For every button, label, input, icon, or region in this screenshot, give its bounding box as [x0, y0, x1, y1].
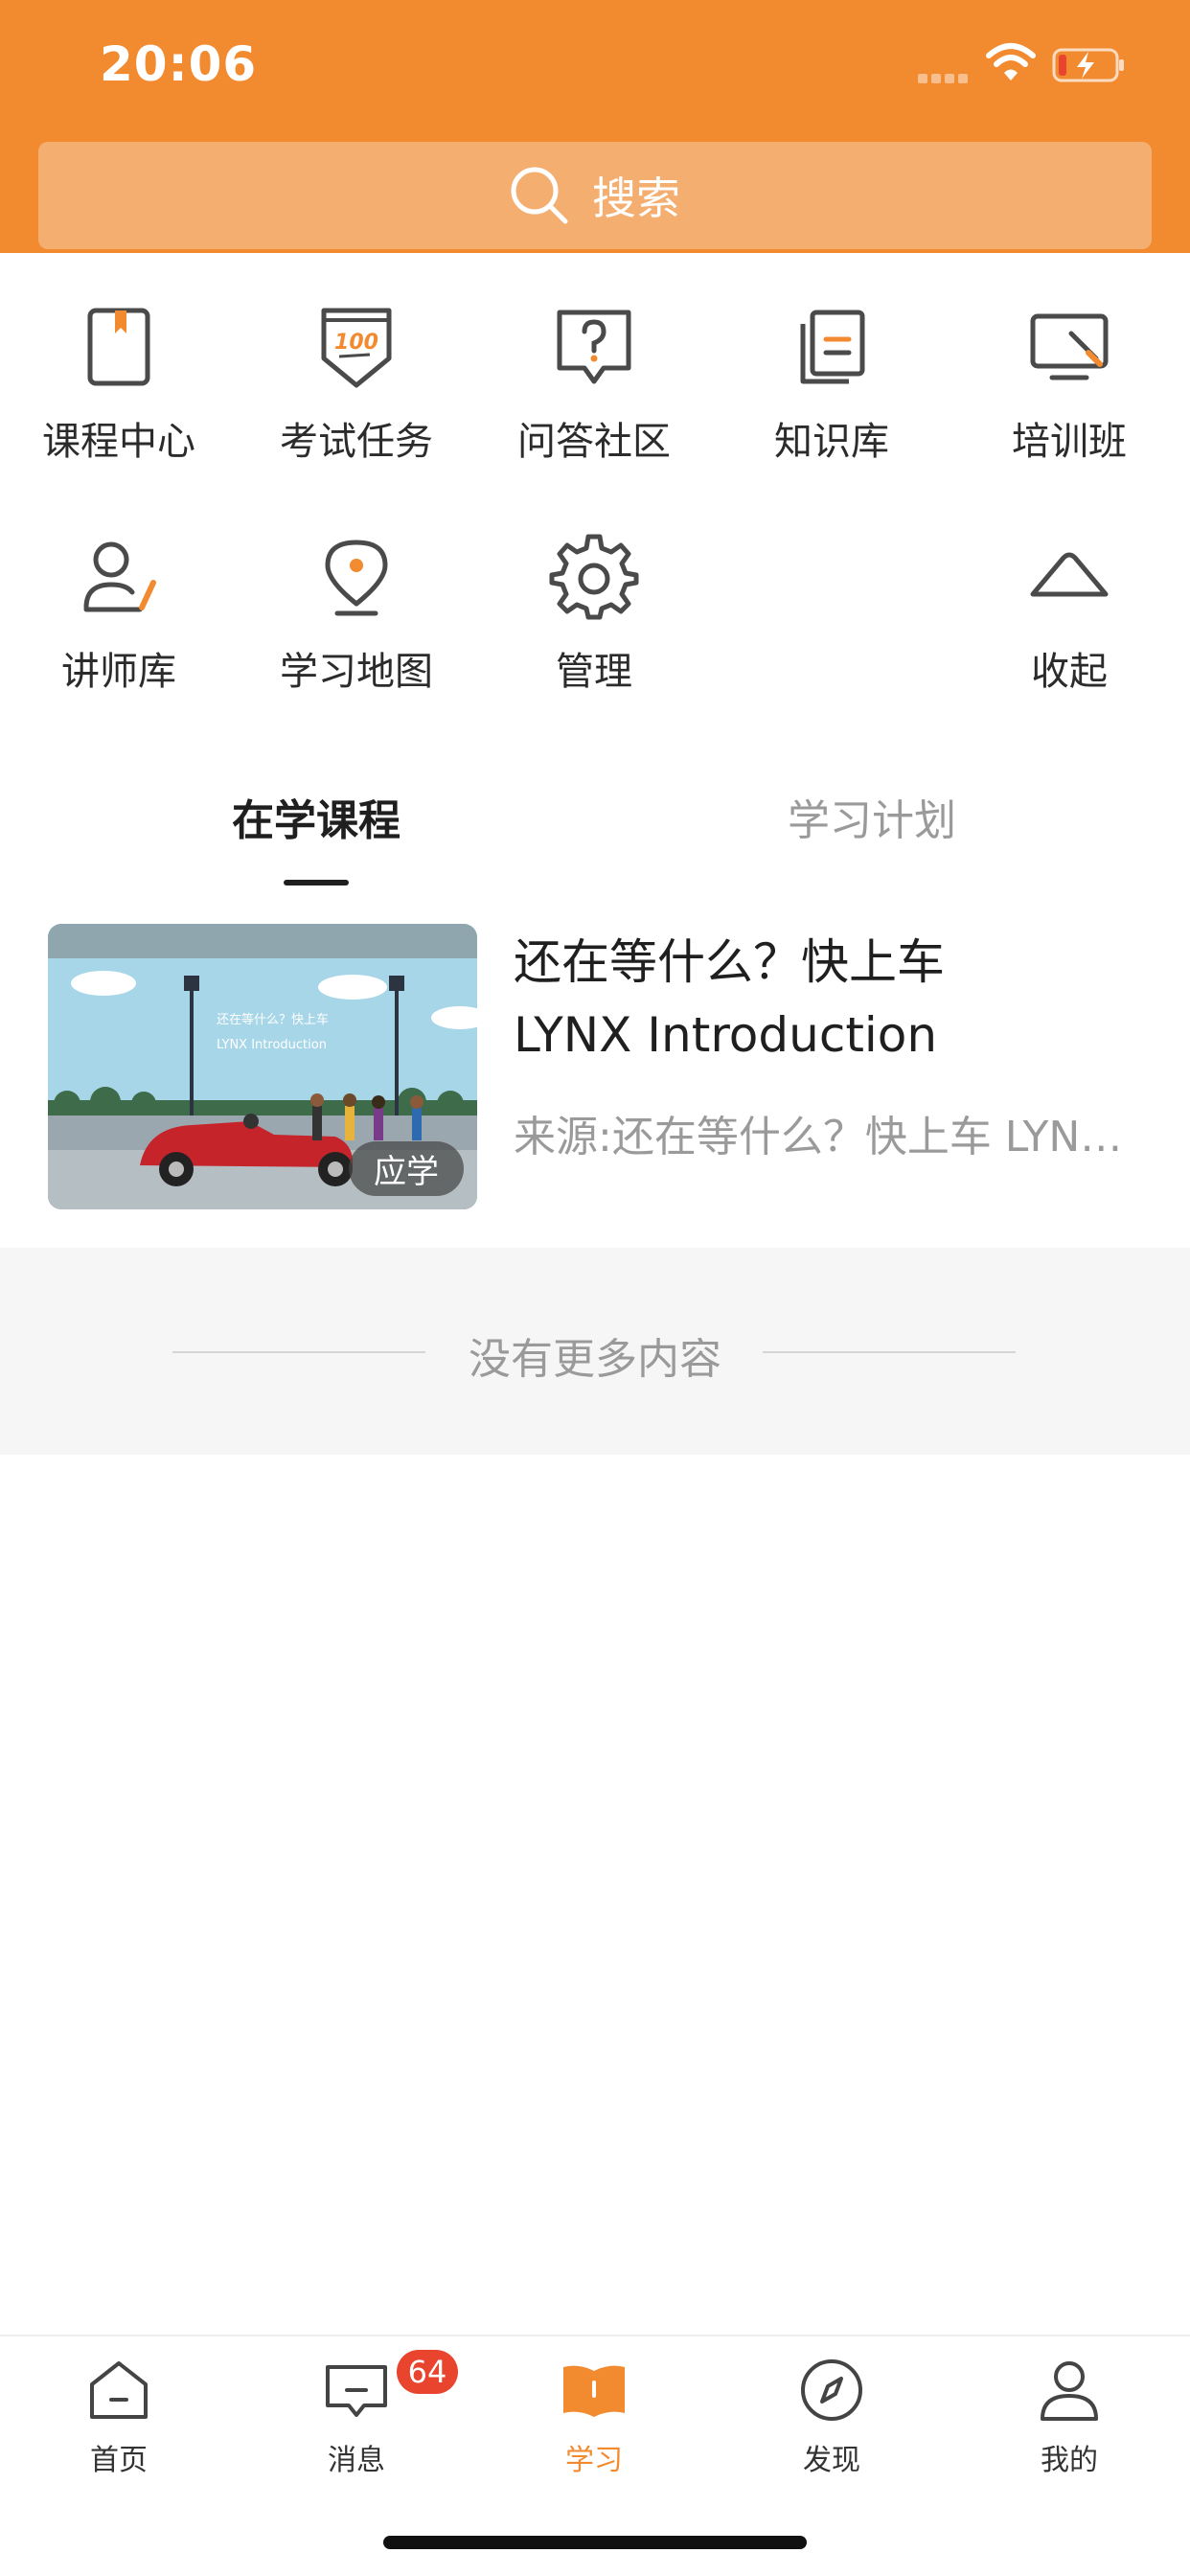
wifi-icon [986, 43, 1036, 80]
menu-training-class[interactable]: 培训班 [950, 253, 1188, 464]
status-time: 20:06 [100, 36, 258, 92]
thumbnail-caption-1: 还在等什么？快上车 [217, 1012, 329, 1027]
search-placeholder: 搜索 [592, 172, 680, 224]
message-icon [326, 2365, 387, 2417]
menu-qa-community[interactable]: 问答社区 [475, 253, 713, 464]
nav-discover[interactable]: 发现 [713, 2356, 950, 2478]
knowledge-doc-icon [800, 310, 865, 384]
menu-lecturer-library[interactable]: 讲师库 [0, 483, 238, 694]
course-title[interactable]: 还在等什么？快上车 LYNX Introduction [514, 926, 1146, 1071]
svg-text:100: 100 [334, 331, 378, 355]
tab-current-courses[interactable]: 在学课程 [125, 786, 508, 847]
battery-charging-icon [1052, 48, 1124, 82]
unread-count-badge: 64 [397, 2350, 458, 2394]
menu-knowledge-base[interactable]: 知识库 [713, 253, 950, 464]
active-tab-indicator [284, 880, 349, 886]
search-input[interactable]: 搜索 [38, 142, 1152, 249]
menu-course-center[interactable]: 课程中心 [0, 253, 238, 464]
cellular-signal-icon [918, 69, 975, 83]
menu-management[interactable]: 管理 [475, 483, 713, 694]
no-more-content: 没有更多内容 [0, 1248, 1190, 1455]
training-screen-icon [1030, 313, 1109, 380]
menu-collapse[interactable]: 收起 [950, 483, 1188, 694]
thumbnail-caption-2: LYNX Introduction [217, 1038, 327, 1052]
gear-icon [549, 534, 639, 620]
course-card[interactable]: 还在等什么？快上车 LYNX Introduction 应学 还在等什么？快上车… [0, 920, 1190, 1209]
home-icon [90, 2361, 148, 2419]
map-pin-icon [325, 540, 388, 616]
no-more-text: 没有更多内容 [469, 1335, 721, 1384]
chevron-up-icon [1030, 552, 1109, 597]
course-source: 来源:还在等什么？快上车 LYNX Introduction [514, 1113, 1146, 1162]
nav-home[interactable]: 首页 [0, 2356, 238, 2478]
lecturer-icon [83, 541, 156, 612]
learning-tabs: 在学课程 学习计划 [0, 767, 1190, 891]
course-thumbnail[interactable]: 还在等什么？快上车 LYNX Introduction 应学 [48, 924, 477, 1209]
nav-profile[interactable]: 我的 [950, 2356, 1188, 2478]
question-bubble-icon [557, 310, 631, 384]
bookmark-book-icon [87, 308, 150, 386]
home-indicator [383, 2536, 807, 2549]
search-icon [511, 167, 568, 224]
menu-exam-tasks[interactable]: 100 考试任务 [238, 253, 475, 464]
exam-100-icon: 100 [321, 308, 392, 388]
divider-right [763, 1351, 1016, 1353]
menu-learning-map[interactable]: 学习地图 [238, 483, 475, 694]
profile-icon [1041, 2361, 1098, 2421]
tab-study-plan[interactable]: 学习计划 [680, 786, 1064, 847]
compass-icon [801, 2359, 862, 2421]
feature-grid: 课程中心 100 考试任务 问答社区 知识库 培训班 讲师库 学习地图 管理 收… [0, 253, 1190, 703]
book-icon [563, 2365, 625, 2417]
header: 20:06 搜索 [0, 0, 1190, 253]
required-badge: 应学 [349, 1141, 464, 1196]
nav-learning[interactable]: 学习 [475, 2356, 713, 2478]
